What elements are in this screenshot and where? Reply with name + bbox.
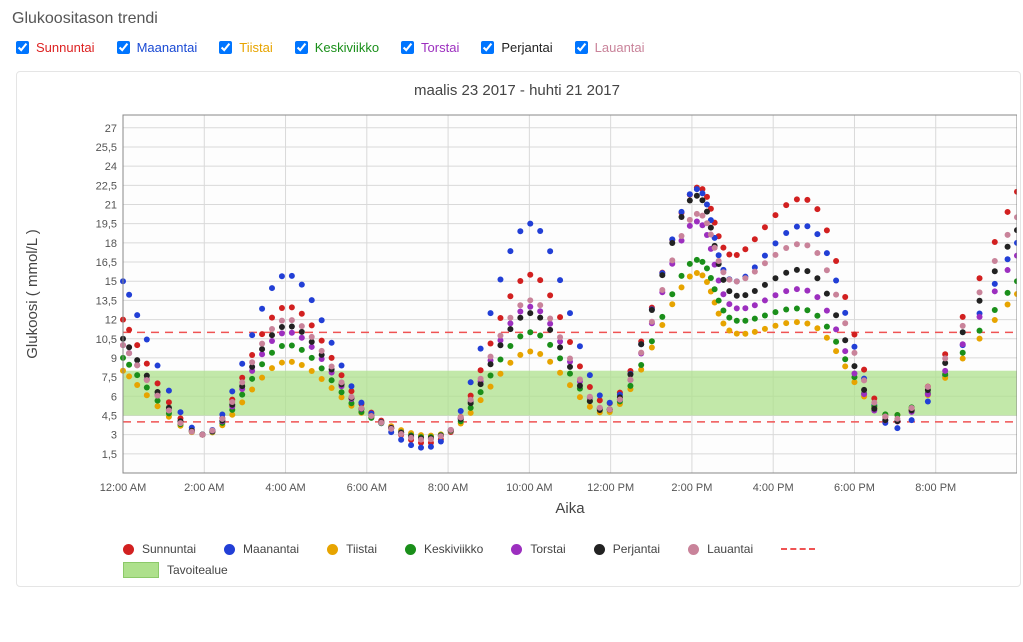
legend-item: Maanantai	[224, 542, 299, 556]
svg-text:3: 3	[111, 430, 117, 442]
svg-text:4,5: 4,5	[102, 410, 117, 422]
svg-text:12:00 PM: 12:00 PM	[587, 482, 634, 494]
checkbox-keskiviikko[interactable]	[295, 41, 308, 54]
svg-text:6: 6	[111, 391, 117, 403]
day-filters: Sunnuntai Maanantai Tiistai Keskiviikko …	[12, 38, 1023, 57]
svg-text:2:00 PM: 2:00 PM	[671, 482, 712, 494]
checkbox-torstai[interactable]	[401, 41, 414, 54]
svg-text:1,5: 1,5	[102, 449, 117, 461]
filter-maanantai[interactable]: Maanantai	[113, 38, 198, 57]
legend-item: Tiistai	[327, 542, 377, 556]
legend-dot-icon	[594, 544, 605, 555]
legend-label: Perjantai	[613, 542, 660, 556]
svg-text:27: 27	[105, 123, 117, 135]
legend-item: Keskiviikko	[405, 542, 483, 556]
svg-text:16,5: 16,5	[96, 257, 117, 269]
legend-label: Tiistai	[346, 542, 377, 556]
legend-item-target: Tavoitealue	[123, 562, 1000, 578]
svg-text:24: 24	[105, 161, 117, 173]
legend-swatch-icon	[123, 562, 159, 578]
filter-sunnuntai[interactable]: Sunnuntai	[12, 38, 95, 57]
filter-label: Perjantai	[501, 40, 552, 55]
svg-text:10:00 AM: 10:00 AM	[506, 482, 552, 494]
checkbox-tiistai[interactable]	[219, 41, 232, 54]
checkbox-sunnuntai[interactable]	[16, 41, 29, 54]
svg-text:2:00 AM: 2:00 AM	[184, 482, 224, 494]
legend-dot-icon	[224, 544, 235, 555]
svg-text:Glukoosi ( mmol/L ): Glukoosi ( mmol/L )	[24, 229, 41, 358]
filter-torstai[interactable]: Torstai	[397, 38, 459, 57]
checkbox-lauantai[interactable]	[575, 41, 588, 54]
page-title: Glukoositason trendi	[12, 10, 1023, 28]
legend: Sunnuntai Maanantai Tiistai Keskiviikko …	[123, 542, 1000, 578]
chart-card: maalis 23 2017 - huhti 21 2017 1,5 3 4,5 6 7…	[16, 71, 1021, 587]
svg-text:22,5: 22,5	[96, 180, 117, 192]
filter-label: Keskiviikko	[315, 40, 379, 55]
legend-label: Maanantai	[243, 542, 299, 556]
filter-tiistai[interactable]: Tiistai	[215, 38, 272, 57]
legend-dash-icon	[781, 548, 815, 550]
filter-lauantai[interactable]: Lauantai	[571, 38, 645, 57]
svg-text:4:00 AM: 4:00 AM	[265, 482, 305, 494]
filter-label: Torstai	[421, 40, 459, 55]
svg-text:21: 21	[105, 200, 117, 212]
svg-text:10,5: 10,5	[96, 334, 117, 346]
filter-perjantai[interactable]: Perjantai	[477, 38, 552, 57]
svg-text:15: 15	[105, 276, 117, 288]
svg-text:8:00 AM: 8:00 AM	[428, 482, 468, 494]
svg-text:7,5: 7,5	[102, 372, 117, 384]
svg-text:18: 18	[105, 238, 117, 250]
legend-item: Torstai	[511, 542, 565, 556]
legend-dot-icon	[688, 544, 699, 555]
legend-dot-icon	[405, 544, 416, 555]
svg-text:19,5: 19,5	[96, 219, 117, 231]
legend-dot-icon	[123, 544, 134, 555]
legend-label: Tavoitealue	[167, 563, 228, 577]
checkbox-maanantai[interactable]	[117, 41, 130, 54]
legend-item: Sunnuntai	[123, 542, 196, 556]
legend-item-dash	[781, 548, 815, 550]
svg-text:25,5: 25,5	[96, 142, 117, 154]
svg-text:12:00 AM: 12:00 AM	[100, 482, 146, 494]
glucose-trend-chart: 1,5 3 4,5 6 7,5 9 10,5 12 13,5 15 16,5 18 19,5 21 22,5…	[17, 105, 1017, 525]
svg-text:9: 9	[111, 353, 117, 365]
legend-dot-icon	[511, 544, 522, 555]
legend-label: Torstai	[530, 542, 565, 556]
svg-text:12: 12	[105, 315, 117, 327]
filter-keskiviikko[interactable]: Keskiviikko	[291, 38, 379, 57]
filter-label: Tiistai	[239, 40, 272, 55]
filter-label: Maanantai	[137, 40, 198, 55]
legend-item: Lauantai	[688, 542, 753, 556]
filter-label: Sunnuntai	[36, 40, 95, 55]
chart-title: maalis 23 2017 - huhti 21 2017	[17, 82, 1017, 99]
svg-text:6:00 AM: 6:00 AM	[347, 482, 387, 494]
svg-text:4:00 PM: 4:00 PM	[753, 482, 794, 494]
svg-text:6:00 PM: 6:00 PM	[834, 482, 875, 494]
svg-text:Aika: Aika	[555, 500, 585, 517]
legend-label: Sunnuntai	[142, 542, 196, 556]
svg-text:8:00 PM: 8:00 PM	[915, 482, 956, 494]
legend-dot-icon	[327, 544, 338, 555]
filter-label: Lauantai	[595, 40, 645, 55]
svg-text:13,5: 13,5	[96, 295, 117, 307]
checkbox-perjantai[interactable]	[481, 41, 494, 54]
legend-label: Lauantai	[707, 542, 753, 556]
legend-label: Keskiviikko	[424, 542, 483, 556]
legend-item: Perjantai	[594, 542, 660, 556]
